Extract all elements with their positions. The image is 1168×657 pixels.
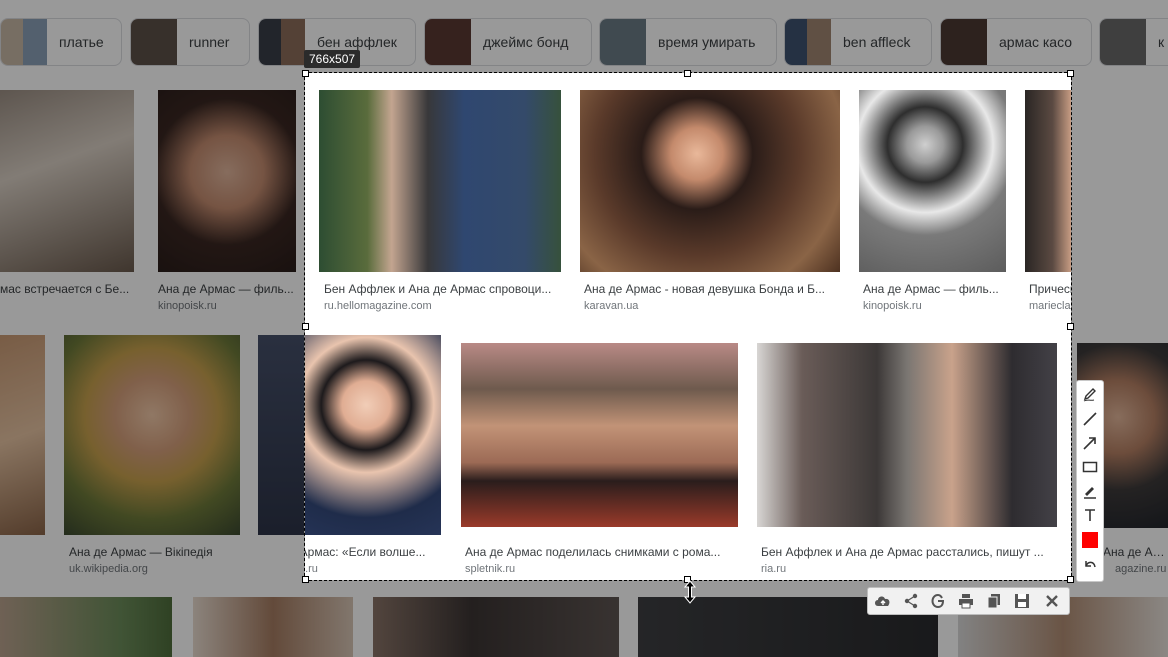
resize-handle[interactable] (1067, 70, 1074, 77)
result-image[interactable] (757, 343, 1057, 527)
result-image[interactable] (0, 597, 172, 657)
marker-icon[interactable] (1080, 481, 1100, 501)
chip-no-time-to-die[interactable]: время умирать (599, 18, 777, 66)
chip-label: джеймс бонд (483, 34, 569, 50)
result-image[interactable] (64, 335, 240, 535)
chip-label: бен аффлек (317, 34, 397, 50)
result-source: ru.hellomagazine.com (324, 300, 432, 312)
result-image[interactable] (305, 335, 441, 535)
result-caption[interactable]: Ана де Армас: «Если волше... (305, 545, 441, 559)
copy-icon[interactable] (983, 591, 1005, 611)
result-source: spletnik.ru (465, 563, 516, 575)
result-tile[interactable]: Ана де Армас поделилась снимками с рома.… (461, 343, 738, 580)
resize-cursor-icon (684, 580, 696, 604)
result-image[interactable] (0, 90, 134, 272)
share-icon[interactable] (900, 591, 922, 611)
result-tile[interactable]: Ана де Армас - новая девушка Бонда и Б..… (580, 90, 840, 320)
result-image[interactable] (1025, 90, 1071, 272)
google-search-icon[interactable] (927, 591, 949, 611)
chip-label: ben affleck (843, 34, 911, 50)
result-image[interactable] (373, 597, 619, 657)
result-tile[interactable]: Бен Аффлек и Ана де Армас расстались, пи… (757, 343, 1057, 580)
arrow-icon[interactable] (1080, 433, 1100, 453)
chip-label: runner (189, 34, 230, 50)
result-source: womanhit.ru (305, 563, 318, 575)
chip-label: армас касо (999, 34, 1073, 50)
result-tile[interactable]: Ана де Армас — Вікіпедія uk.wikipedia.or… (64, 335, 240, 580)
resize-handle[interactable] (302, 323, 309, 330)
result-source: marieclaire.ua (1029, 300, 1071, 312)
result-image[interactable] (859, 90, 1006, 272)
result-tile[interactable] (258, 335, 304, 535)
result-caption[interactable]: Ана де Армас — филь... (863, 282, 1006, 296)
result-source: uk.wikipedia.org (69, 563, 148, 575)
close-icon[interactable] (1041, 591, 1063, 611)
result-tile[interactable]: Бен Аффлек и Ана де Армас спровоци... ru… (319, 90, 561, 320)
result-source: kinopoisk.ru (863, 300, 922, 312)
result-caption[interactable]: Ана де Армас — Вікіпедія (69, 545, 240, 559)
result-caption[interactable]: мас встречается с Бе... (0, 282, 134, 296)
undo-icon[interactable] (1080, 555, 1100, 575)
selection-size-label: 766x507 (304, 50, 361, 68)
rectangle-icon[interactable] (1080, 457, 1100, 477)
result-source: karavan.ua (584, 300, 639, 312)
chip-ben-affleck[interactable]: ben affleck (784, 18, 932, 66)
result-caption[interactable]: Бен Аффлек и Ана де Армас спровоци... (324, 282, 561, 296)
result-tile[interactable]: Ана де Армас — филь... kinopoisk.ru (158, 90, 296, 320)
result-image[interactable] (258, 335, 304, 535)
result-tile[interactable] (373, 597, 619, 657)
result-tile[interactable]: Прическа мести: После marieclaire.ua (1025, 90, 1071, 320)
result-caption[interactable]: Прическа мести: После (1029, 282, 1071, 296)
result-image[interactable] (461, 343, 738, 527)
result-image[interactable] (158, 90, 296, 272)
result-caption[interactable]: Ана де Армас - новая девушка Бонда и Б..… (584, 282, 840, 296)
chip-runner[interactable]: runner (130, 18, 250, 66)
result-image[interactable] (319, 90, 561, 272)
resize-handle[interactable] (1067, 576, 1074, 583)
search-chips-bar: платье runner бен аффлек джеймс бонд вре… (0, 18, 1168, 66)
result-tile[interactable]: Ана де Армас — филь... kinopoisk.ru (859, 90, 1006, 320)
result-tile[interactable]: мас встречается с Бе... (0, 90, 134, 320)
result-tile[interactable]: Ана де Армас: «Если волше... womanhit.ru (305, 335, 441, 580)
result-tile[interactable] (0, 335, 45, 535)
result-tile[interactable] (0, 597, 172, 657)
chip-label: платье (59, 34, 104, 50)
result-image[interactable] (580, 90, 840, 272)
resize-handle[interactable] (302, 70, 309, 77)
result-source: ria.ru (761, 563, 787, 575)
drawing-toolbar (1076, 380, 1104, 582)
resize-handle[interactable] (684, 70, 691, 77)
print-icon[interactable] (955, 591, 977, 611)
result-source: kinopoisk.ru (158, 300, 217, 312)
resize-handle[interactable] (302, 576, 309, 583)
result-source: agazine.ru (1115, 563, 1167, 575)
result-caption[interactable]: Ана де Армас поделилась снимками с рома.… (465, 545, 738, 559)
chip-label: время умирать (658, 34, 756, 50)
color-swatch[interactable] (1080, 530, 1100, 550)
line-icon[interactable] (1080, 409, 1100, 429)
result-image[interactable] (0, 335, 45, 535)
result-caption[interactable]: Ана де Армас — филь... (158, 282, 296, 296)
upload-icon[interactable] (872, 591, 894, 611)
chip-label: к (1158, 34, 1165, 50)
chip-armas-caso[interactable]: армас касо (940, 18, 1092, 66)
chip-more[interactable]: к (1099, 18, 1168, 66)
chip-james-bond[interactable]: джеймс бонд (424, 18, 592, 66)
result-tile[interactable] (193, 597, 353, 657)
pen-icon[interactable] (1080, 384, 1100, 404)
result-caption[interactable]: Ана де Армас н (1103, 545, 1168, 559)
resize-handle[interactable] (1067, 323, 1074, 330)
chip-dress[interactable]: платье (0, 18, 122, 66)
action-toolbar (867, 587, 1070, 615)
capture-selection[interactable]: Бен Аффлек и Ана де Армас спровоци... ru… (305, 73, 1071, 580)
result-caption[interactable]: Бен Аффлек и Ана де Армас расстались, пи… (761, 545, 1057, 559)
text-icon[interactable] (1080, 505, 1100, 525)
result-image[interactable] (193, 597, 353, 657)
save-icon[interactable] (1011, 591, 1033, 611)
